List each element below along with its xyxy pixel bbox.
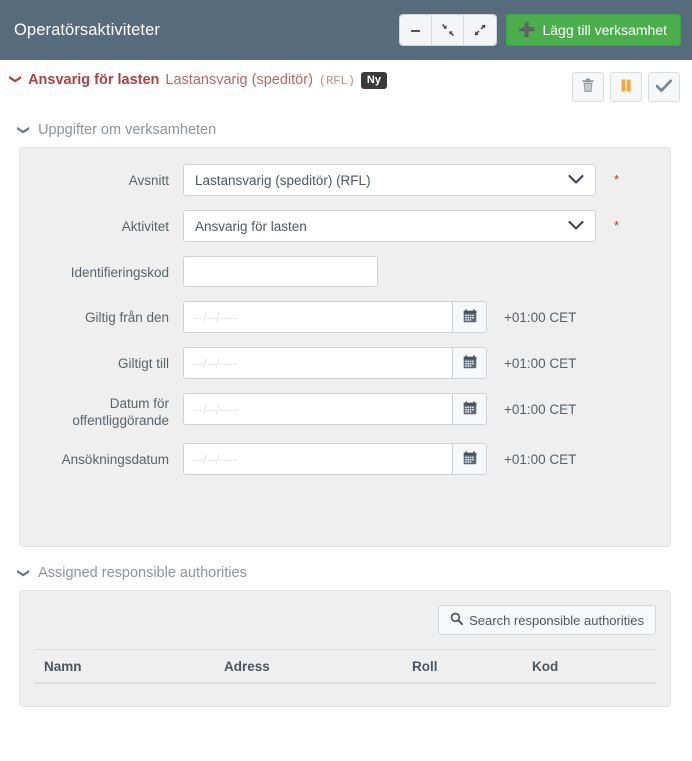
plus-icon: ➕: [518, 21, 536, 37]
field-row-datum-offentliggorande: Datum för offentliggörande --/--/---- +0…: [20, 393, 670, 429]
check-icon: [655, 78, 673, 96]
giltig-fran-date-group: [183, 301, 487, 333]
timezone-ansokningsdatum: +01:00 CET: [504, 451, 577, 467]
section-header-details[interactable]: ❯ Uppgifter om verksamheten: [0, 122, 692, 138]
activity-header-row: ❯ Ansvarig för lasten Lastansvarig (sped…: [0, 60, 692, 104]
chevron-down-icon: ❯: [17, 567, 32, 579]
column-header-roll: Roll: [412, 659, 438, 674]
required-indicator: *: [614, 172, 620, 187]
section-header-authorities[interactable]: ❯ Assigned responsible authorities: [0, 565, 692, 581]
field-row-avsnitt: Avsnitt Lastansvarig (speditör) (RFL) *: [20, 164, 670, 196]
datum-offentliggorande-calendar-button[interactable]: [452, 393, 487, 425]
label-avsnitt: Avsnitt: [128, 173, 169, 188]
authorities-panel: Search responsible authorities Namn Adre…: [19, 590, 671, 707]
minus-icon: [409, 24, 422, 37]
timezone-datum-offentliggorande: +01:00 CET: [504, 401, 577, 417]
status-badge: Ny: [360, 72, 387, 89]
window-header: Operatörsaktiviteter ➕ Lägg till verksam…: [0, 0, 692, 60]
timezone-giltigt-till: +01:00 CET: [504, 355, 577, 371]
required-indicator: *: [614, 218, 620, 233]
ansokningsdatum-calendar-button[interactable]: [452, 443, 487, 475]
window-control-group: [400, 15, 497, 45]
minimize-button[interactable]: [400, 15, 433, 45]
ansokningsdatum-date-group: [183, 443, 487, 475]
avsnitt-select-wrapper: Lastansvarig (speditör) (RFL): [183, 164, 596, 196]
field-row-aktivitet: Aktivitet Ansvarig för lasten *: [20, 210, 670, 242]
trash-icon: [581, 78, 595, 96]
search-button-label: Search responsible authorities: [469, 612, 644, 628]
datum-offentliggorande-date-group: [183, 393, 487, 425]
label-ansokningsdatum: Ansökningsdatum: [61, 452, 169, 467]
table-header-row: Namn Adress Roll Kod: [34, 649, 656, 684]
collapse-button[interactable]: [432, 15, 465, 45]
giltigt-till-calendar-button[interactable]: [452, 347, 487, 379]
field-row-identifieringskod: Identifieringskod: [20, 256, 670, 287]
datum-offentliggorande-input[interactable]: [183, 393, 452, 425]
authorities-toolbar: Search responsible authorities: [34, 605, 656, 635]
window-header-actions: ➕ Lägg till verksamhet: [400, 14, 681, 46]
label-line-1: Datum för: [109, 396, 169, 411]
identifieringskod-input[interactable]: [183, 256, 378, 287]
delete-activity-button[interactable]: [572, 72, 604, 102]
search-responsible-authorities-button[interactable]: Search responsible authorities: [438, 605, 656, 635]
compress-arrows-icon: [441, 23, 455, 37]
calendar-icon: [463, 354, 477, 372]
calendar-icon: [463, 450, 477, 468]
field-ansokningsdatum: +01:00 CET: [183, 443, 576, 475]
label-line-2: offentliggörande: [72, 413, 169, 428]
details-panel: Avsnitt Lastansvarig (speditör) (RFL) * …: [19, 147, 671, 547]
field-identifieringskod: [183, 256, 378, 287]
ansokningsdatum-input[interactable]: [183, 443, 452, 475]
giltig-fran-calendar-button[interactable]: [452, 301, 487, 333]
activity-collapse-caret-icon[interactable]: ❯: [9, 74, 23, 84]
avsnitt-select[interactable]: Lastansvarig (speditör) (RFL): [183, 164, 596, 196]
pause-icon: [619, 78, 633, 96]
field-giltigt-till: +01:00 CET: [183, 347, 576, 379]
search-icon: [450, 612, 464, 628]
add-activity-button[interactable]: ➕ Lägg till verksamhet: [506, 14, 681, 46]
giltigt-till-date-group: [183, 347, 487, 379]
field-avsnitt: Lastansvarig (speditör) (RFL) *: [183, 164, 619, 196]
aktivitet-select[interactable]: Ansvarig för lasten: [183, 210, 596, 242]
column-header-namn: Namn: [44, 659, 82, 674]
section-title-details: Uppgifter om verksamheten: [38, 122, 217, 138]
authorities-table: Namn Adress Roll Kod: [34, 649, 656, 684]
label-giltigt-till: Giltigt till: [117, 356, 169, 371]
field-giltig-fran: +01:00 CET: [183, 301, 576, 333]
section-title-authorities: Assigned responsible authorities: [38, 565, 247, 581]
field-row-giltigt-till: Giltigt till --/--/---- +01:00 CET: [20, 347, 670, 379]
field-row-ansokningsdatum: Ansökningsdatum --/--/---- +01:00 CET: [20, 443, 670, 475]
field-aktivitet: Ansvarig för lasten *: [183, 210, 619, 242]
label-identifieringskod: Identifieringskod: [70, 265, 169, 280]
label-giltig-fran: Giltig från den: [84, 310, 169, 325]
timezone-giltig-fran: +01:00 CET: [504, 309, 577, 325]
approve-activity-button[interactable]: [648, 72, 680, 102]
field-row-giltig-fran: Giltig från den --/--/---- +01:00 CET: [20, 301, 670, 333]
calendar-icon: [463, 308, 477, 326]
activity-section-name: Lastansvarig (speditör): [165, 72, 313, 88]
label-aktivitet: Aktivitet: [121, 219, 169, 234]
calendar-icon: [463, 400, 477, 418]
giltig-fran-input[interactable]: [183, 301, 452, 333]
aktivitet-select-wrapper: Ansvarig för lasten: [183, 210, 596, 242]
column-header-adress: Adress: [224, 659, 270, 674]
expand-arrows-icon: [473, 23, 487, 37]
chevron-down-icon: ❯: [17, 124, 32, 136]
activity-action-buttons: [572, 72, 680, 102]
activity-name: Ansvarig för lasten: [28, 72, 160, 88]
giltigt-till-input[interactable]: [183, 347, 452, 379]
field-datum-offentliggorande: +01:00 CET: [183, 393, 576, 425]
expand-button[interactable]: [464, 15, 497, 45]
add-activity-label: Lägg till verksamhet: [542, 22, 667, 38]
label-datum-offentliggorande: Datum för offentliggörande: [20, 393, 183, 429]
column-header-kod: Kod: [532, 659, 559, 674]
suspend-activity-button[interactable]: [610, 72, 642, 102]
activity-title: ❯ Ansvarig för lasten Lastansvarig (sped…: [9, 72, 387, 90]
activity-code: (RFL): [318, 74, 355, 88]
page-title: Operatörsaktiviteter: [14, 20, 160, 39]
